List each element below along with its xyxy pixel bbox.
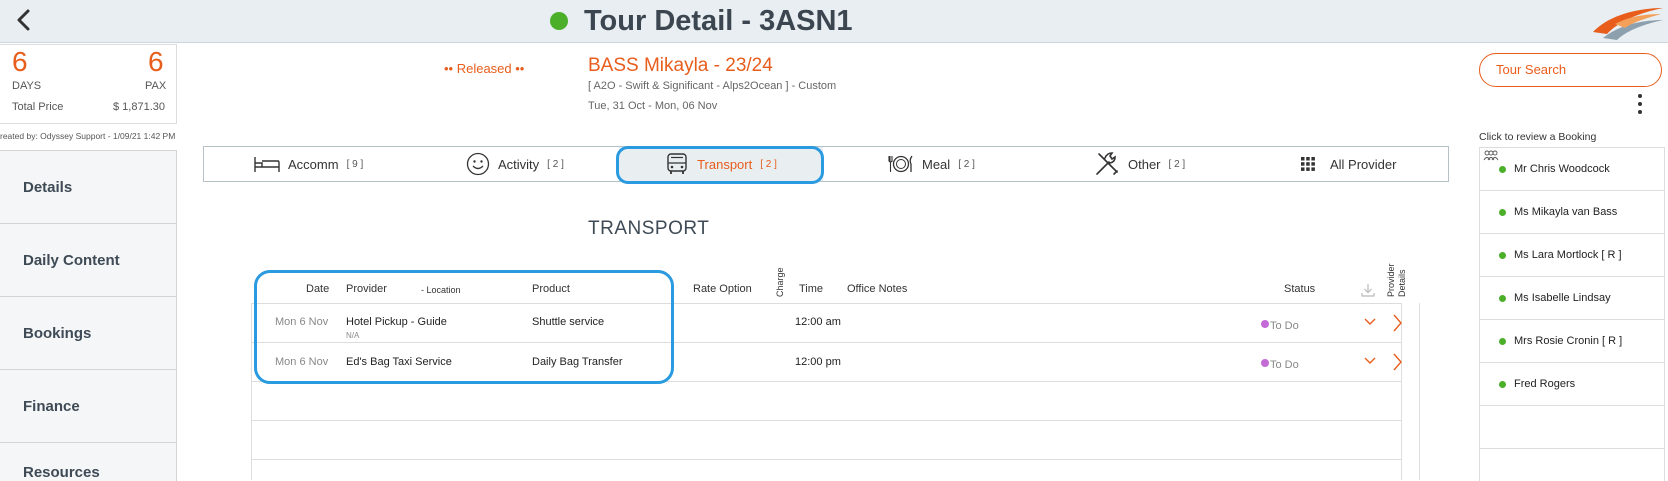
- passenger-item[interactable]: Ms Lara Mortlock [ R ]: [1480, 234, 1664, 277]
- more-options-icon[interactable]: [1636, 94, 1644, 118]
- page-title: Tour Detail - 3ASN1: [584, 4, 853, 37]
- tab-label: Accomm: [288, 156, 339, 172]
- table-highlight-outline: [254, 270, 674, 384]
- tab-count: [ 2 ]: [958, 158, 975, 170]
- sidebar-item-finance[interactable]: Finance: [0, 369, 177, 442]
- download-icon[interactable]: [1361, 283, 1375, 297]
- col-office-notes[interactable]: Office Notes: [847, 283, 907, 295]
- tab-label: Activity: [498, 156, 540, 172]
- total-price-value: $ 1,871.30: [113, 101, 165, 113]
- passenger-item[interactable]: Mr Chris Woodcock: [1480, 148, 1664, 191]
- divider: [251, 459, 1401, 460]
- pax-label: PAX: [145, 80, 167, 92]
- chevron-down-icon[interactable]: [1364, 318, 1376, 326]
- passenger-item[interactable]: Fred Rogers: [1480, 363, 1664, 406]
- booking-subtitle: [ A2O - Swift & Significant - Alps2Ocean…: [588, 80, 837, 92]
- tab-activity[interactable]: Activity [ 2 ]: [466, 147, 606, 181]
- total-price-label: Total Price: [12, 101, 64, 113]
- passenger-name: Mrs Rosie Cronin [ R ]: [1514, 335, 1623, 347]
- col-charge[interactable]: Charge: [775, 267, 785, 297]
- active-tab-highlight: [616, 146, 824, 184]
- tools-icon: [1096, 152, 1118, 175]
- days-count: 6: [12, 46, 28, 77]
- row-1-time: 12:00 am: [795, 316, 841, 328]
- divider: [251, 420, 1401, 421]
- row-2-status[interactable]: To Do: [1270, 359, 1299, 371]
- smiley-icon: [466, 152, 490, 176]
- passenger-status-dot: [1499, 380, 1506, 388]
- tab-other[interactable]: Other [ 2 ]: [1094, 147, 1214, 181]
- passenger-item-empty: [1480, 406, 1664, 449]
- row-2-time: 12:00 pm: [795, 356, 841, 368]
- tour-summary: 6 DAYS 6 PAX Total Price $ 1,871.30: [0, 44, 177, 124]
- sidebar-item-bookings[interactable]: Bookings: [0, 296, 177, 369]
- passenger-item[interactable]: Ms Mikayla van Bass: [1480, 191, 1664, 234]
- col-time[interactable]: Time: [799, 283, 823, 295]
- sidebar-item-resources[interactable]: Resources: [0, 442, 177, 481]
- passenger-name: Ms Lara Mortlock [ R ]: [1514, 249, 1622, 261]
- chevron-down-icon[interactable]: [1364, 357, 1376, 365]
- tour-search-button[interactable]: Tour Search: [1479, 53, 1662, 87]
- top-header: Tour Detail - 3ASN1: [0, 0, 1668, 43]
- passenger-item[interactable]: Mrs Rosie Cronin [ R ]: [1480, 320, 1664, 363]
- passenger-status-dot: [1499, 208, 1506, 216]
- tab-label: Meal: [922, 156, 951, 172]
- col-provider-details-1: Provider: [1386, 263, 1396, 297]
- bed-icon: [254, 157, 280, 172]
- pax-count: 6: [148, 46, 164, 77]
- col-status[interactable]: Status: [1284, 283, 1315, 295]
- review-caption: Click to review a Booking: [1479, 131, 1597, 143]
- provider-tabs: Accomm[ 9 ] Activity[ 2 ] Transport[ 2 ]…: [203, 146, 1449, 182]
- booking-dates: Tue, 31 Oct - Mon, 06 Nov: [588, 100, 718, 112]
- tab-count: [ 9 ]: [346, 158, 364, 170]
- grid-icon: [1301, 157, 1315, 171]
- chevron-right-icon[interactable]: [1392, 314, 1402, 332]
- status-dot: [1261, 320, 1269, 328]
- passenger-list: Mr Chris Woodcock Ms Mikayla van Bass Ms…: [1479, 147, 1665, 481]
- sidebar-item-daily-content[interactable]: Daily Content: [0, 223, 177, 296]
- tab-label: Other: [1128, 156, 1161, 172]
- chevron-right-icon[interactable]: [1392, 353, 1402, 371]
- row-1-status[interactable]: To Do: [1270, 320, 1299, 332]
- passenger-status-dot: [1499, 251, 1506, 259]
- tab-count: [ 2 ]: [547, 158, 564, 170]
- tab-meal[interactable]: Meal [ 2 ]: [888, 147, 1018, 181]
- sidebar-item-label: Details: [23, 178, 73, 196]
- passenger-status-dot: [1499, 337, 1506, 345]
- sidebar-item-label: Resources: [23, 464, 100, 481]
- tab-all-provider[interactable]: All Provider: [1300, 147, 1440, 181]
- sidebar-item-label: Daily Content: [23, 251, 120, 269]
- booking-status: •• Released ••: [444, 61, 525, 76]
- section-title: TRANSPORT: [588, 218, 710, 239]
- passenger-status-dot: [1499, 294, 1506, 302]
- plate-cutlery-icon: [888, 155, 913, 173]
- passenger-name: Ms Mikayla van Bass: [1514, 206, 1618, 218]
- tab-accomm[interactable]: Accomm [ 9 ]: [254, 147, 404, 181]
- tour-status-dot: [550, 12, 568, 30]
- days-label: DAYS: [12, 80, 42, 92]
- col-rate-option[interactable]: Rate Option: [693, 283, 752, 295]
- passenger-status-dot: [1499, 165, 1506, 173]
- passenger-name: Ms Isabelle Lindsay: [1514, 292, 1611, 304]
- back-arrow-icon[interactable]: [10, 5, 38, 35]
- sidebar-item-details[interactable]: Details: [0, 150, 177, 223]
- sidebar-item-label: Finance: [23, 397, 80, 415]
- booking-name: BASS Mikayla - 23/24: [588, 55, 773, 76]
- passenger-name: Mr Chris Woodcock: [1514, 163, 1610, 175]
- status-dot: [1261, 359, 1269, 367]
- passenger-item[interactable]: Ms Isabelle Lindsay: [1480, 277, 1664, 320]
- company-logo: [1593, 8, 1663, 40]
- tab-label: All Provider: [1330, 156, 1397, 172]
- sidebar-item-label: Bookings: [23, 324, 92, 342]
- passenger-name: Fred Rogers: [1514, 378, 1576, 390]
- created-by-text: reated by: Odyssey Support - 1/09/21 1:4…: [0, 131, 176, 141]
- tab-count: [ 2 ]: [1168, 158, 1186, 170]
- col-provider-details-2: Details: [1397, 269, 1407, 297]
